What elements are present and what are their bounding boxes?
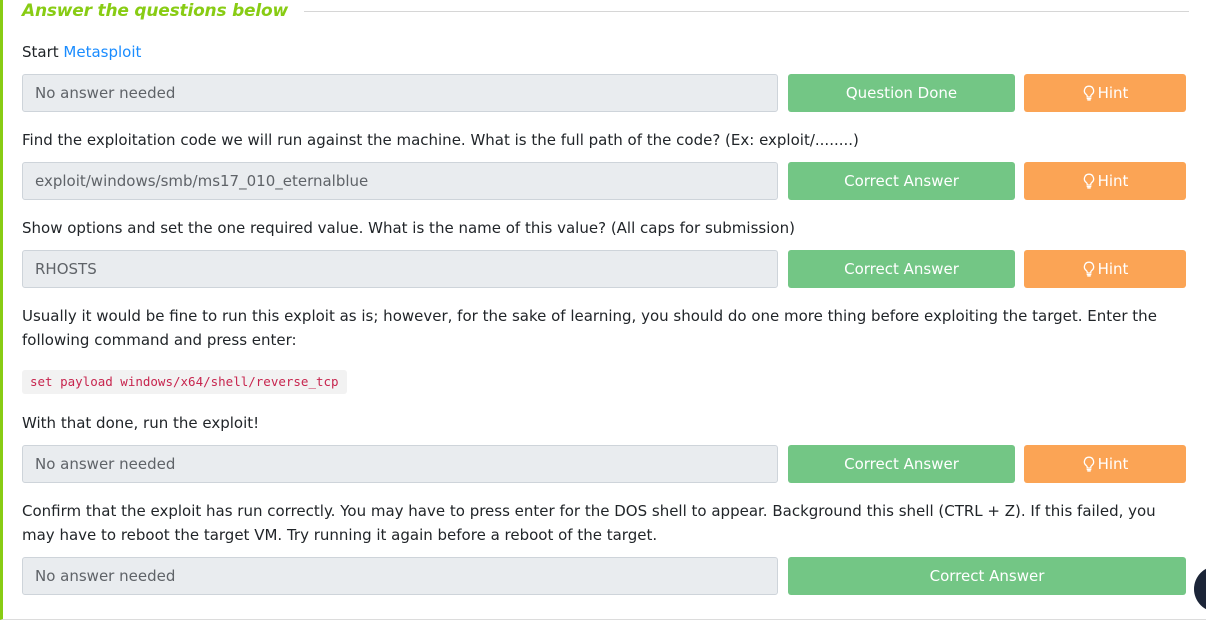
question-3-correct-button[interactable]: Correct Answer (788, 250, 1015, 288)
question-1-done-label: Question Done (845, 84, 958, 102)
question-1-text: Start Metasploit (22, 40, 1189, 64)
question-4-correct-button[interactable]: Correct Answer (788, 445, 1015, 483)
heading-divider (304, 10, 1189, 12)
question-4-followup-text: With that done, run the exploit! (22, 414, 260, 432)
question-1-answer-field[interactable]: No answer needed (22, 74, 778, 112)
question-5-answer-field[interactable]: No answer needed (22, 557, 778, 595)
question-2-correct-label: Correct Answer (844, 172, 959, 190)
task-answers-panel: Answer the questions below Start Metaspl… (0, 0, 1206, 620)
question-4-text: Usually it would be fine to run this exp… (22, 307, 1157, 349)
question-5-text: Confirm that the exploit has run correct… (22, 502, 1156, 544)
question-1-prefix: Start (22, 43, 64, 61)
question-4-hint-label: Hint (1097, 455, 1129, 473)
question-4-hint-button[interactable]: Hint (1024, 445, 1186, 483)
question-4-correct-label: Correct Answer (844, 455, 959, 473)
payload-command-code: set payload windows/x64/shell/reverse_tc… (22, 370, 347, 394)
lightbulb-icon (1083, 456, 1094, 472)
question-3-correct-label: Correct Answer (844, 260, 959, 278)
section-heading: Answer the questions below (22, 1, 288, 21)
section-heading-row: Answer the questions below (22, 0, 1189, 22)
lightbulb-icon (1083, 261, 1094, 277)
question-1-done-button[interactable]: Question Done (788, 74, 1015, 112)
question-2-answer-field[interactable]: exploit/windows/smb/ms17_010_eternalblue (22, 162, 778, 200)
metasploit-link[interactable]: Metasploit (63, 43, 141, 61)
question-5-correct-label: Correct Answer (929, 567, 1045, 585)
lightbulb-icon (1083, 173, 1094, 189)
question-3-answer-field[interactable]: RHOSTS (22, 250, 778, 288)
question-2-hint-label: Hint (1097, 172, 1129, 190)
question-3-hint-button[interactable]: Hint (1024, 250, 1186, 288)
question-2-hint-button[interactable]: Hint (1024, 162, 1186, 200)
question-3-text: Show options and set the one required va… (22, 219, 795, 237)
question-4-answer-field[interactable]: No answer needed (22, 445, 778, 483)
question-3-hint-label: Hint (1097, 260, 1129, 278)
question-2-text: Find the exploitation code we will run a… (22, 131, 859, 149)
question-2-correct-button[interactable]: Correct Answer (788, 162, 1015, 200)
question-1-hint-label: Hint (1097, 84, 1129, 102)
question-1-hint-button[interactable]: Hint (1024, 74, 1186, 112)
floating-help-widget[interactable] (1194, 566, 1206, 612)
lightbulb-icon (1083, 85, 1094, 101)
question-5-correct-button[interactable]: Correct Answer (788, 557, 1186, 595)
